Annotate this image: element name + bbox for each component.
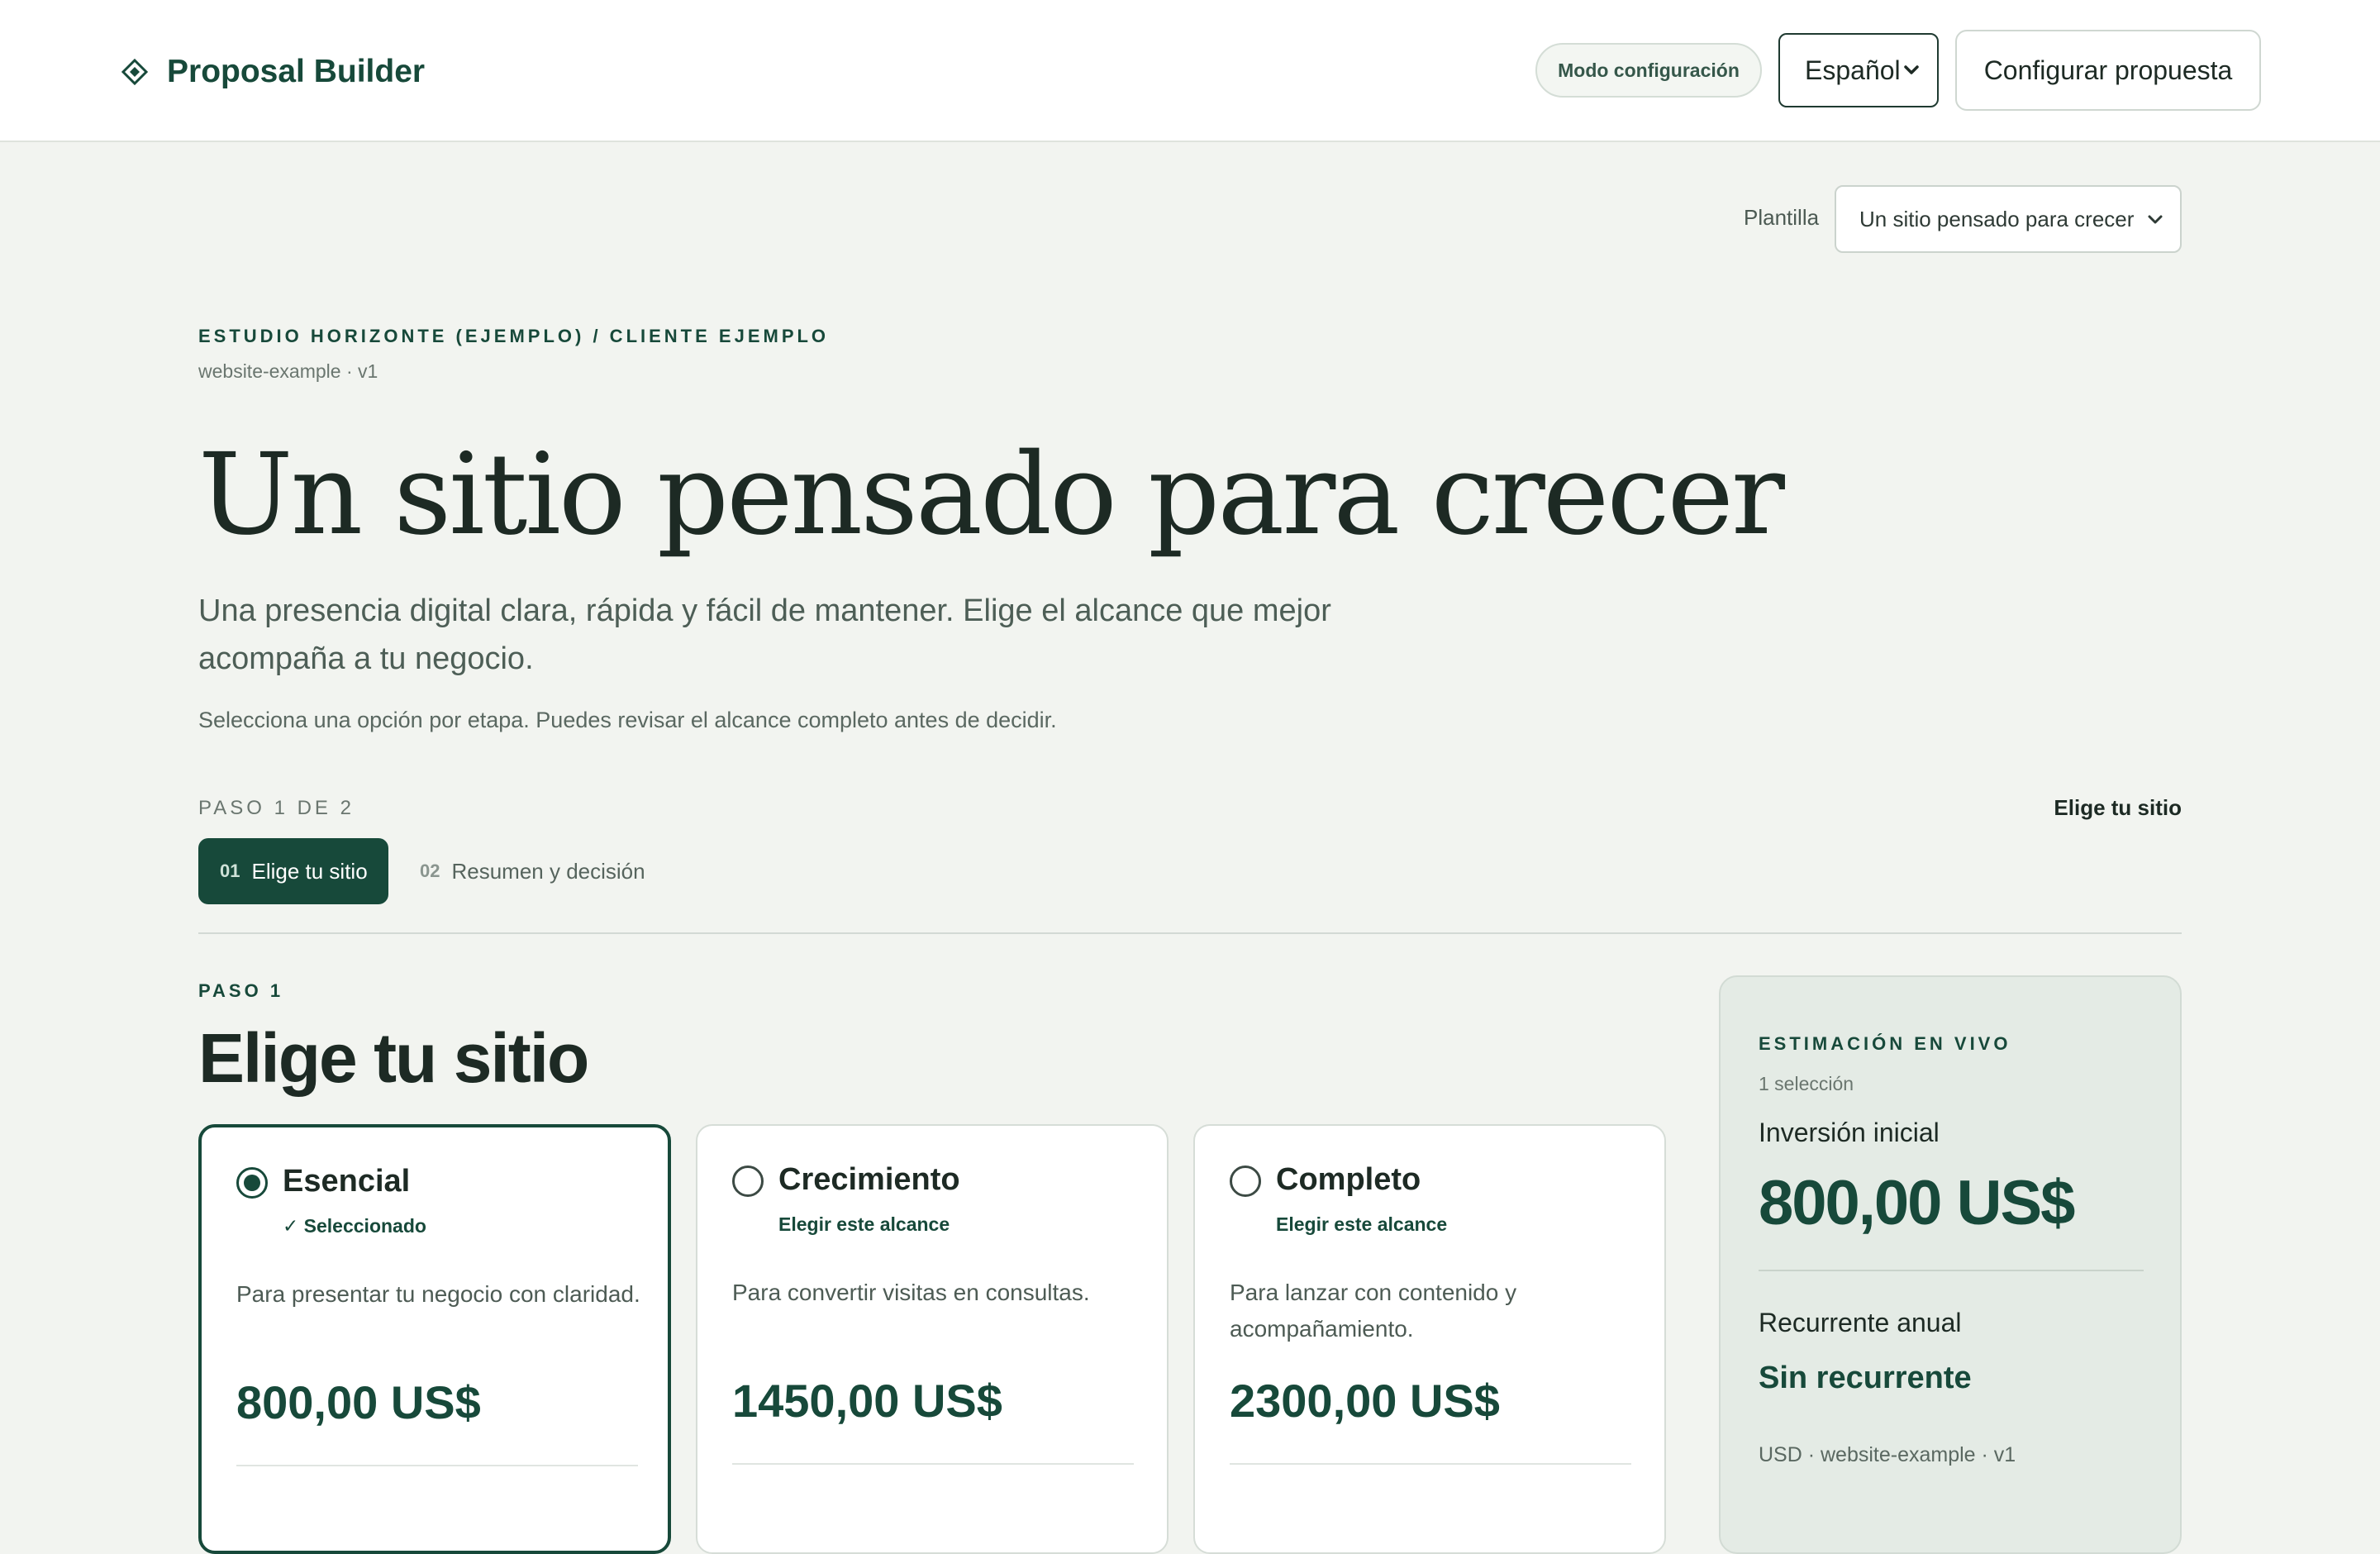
option-description: Para lanzar con contenido y acompañamien… bbox=[1230, 1280, 1517, 1342]
brand-name: Proposal Builder bbox=[167, 54, 426, 89]
page-subtitle: Una presencia digital clara, rápida y fá… bbox=[198, 593, 1331, 676]
language-select-value: Español bbox=[1805, 55, 1901, 85]
step-number: 02 bbox=[420, 860, 440, 881]
divider bbox=[1759, 1270, 2144, 1271]
instructions-note: Selecciona una opción por etapa. Puedes … bbox=[198, 708, 1057, 732]
chevron-down-icon bbox=[2148, 215, 2163, 224]
option-name: Esencial bbox=[283, 1164, 411, 1199]
current-step-label: Elige tu sitio bbox=[2054, 795, 2182, 820]
option-card-crecimiento[interactable]: Crecimiento Elegir este alcance Para con… bbox=[696, 1124, 1169, 1554]
configure-proposal-button[interactable]: Configurar propuesta bbox=[1955, 30, 2261, 111]
option-price: 800,00 US$ bbox=[236, 1376, 481, 1428]
estimate-label: ESTIMACIÓN EN VIVO bbox=[1759, 1033, 2011, 1054]
step-tab-label: Resumen y decisión bbox=[451, 858, 645, 884]
option-price: 1450,00 US$ bbox=[732, 1375, 1002, 1427]
client-eyebrow: ESTUDIO HORIZONTE (EJEMPLO) / CLIENTE EJ… bbox=[198, 326, 830, 346]
chevron-down-icon bbox=[1904, 65, 1919, 74]
option-name: Completo bbox=[1276, 1162, 1421, 1197]
top-bar: Proposal Builder Modo configuración Espa… bbox=[0, 0, 2380, 142]
divider bbox=[236, 1465, 638, 1466]
option-name: Crecimiento bbox=[778, 1162, 960, 1197]
option-radio[interactable] bbox=[1230, 1166, 1261, 1197]
selection-count: 1 selección bbox=[1759, 1073, 1854, 1094]
option-card-esencial[interactable]: Esencial ✓ Seleccionado Para presentar t… bbox=[198, 1124, 671, 1554]
option-status[interactable]: Elegir este alcance bbox=[1276, 1213, 1447, 1236]
language-select[interactable]: Español bbox=[1778, 33, 1939, 107]
option-status[interactable]: Elegir este alcance bbox=[778, 1213, 950, 1236]
step-tab-choose-site[interactable]: 01 Elige tu sitio bbox=[198, 838, 388, 904]
recurring-value: Sin recurrente bbox=[1759, 1361, 1972, 1395]
initial-investment-value: 800,00 US$ bbox=[1759, 1168, 2075, 1238]
diamond-logo-icon bbox=[121, 58, 149, 86]
live-estimate-panel: ESTIMACIÓN EN VIVO 1 selección Inversión… bbox=[1719, 975, 2182, 1554]
option-price: 2300,00 US$ bbox=[1230, 1375, 1500, 1427]
option-description: Para presentar tu negocio con claridad. bbox=[236, 1281, 640, 1307]
section-title: Elige tu sitio bbox=[198, 1019, 589, 1097]
divider bbox=[1230, 1463, 1631, 1465]
option-radio[interactable] bbox=[732, 1166, 764, 1197]
initial-investment-label: Inversión inicial bbox=[1759, 1118, 1940, 1147]
step-tab-label: Elige tu sitio bbox=[251, 858, 368, 884]
proposal-meta: website-example · v1 bbox=[198, 360, 378, 382]
template-label: Plantilla bbox=[1744, 205, 1820, 230]
step-number: 01 bbox=[220, 860, 240, 881]
config-mode-badge[interactable]: Modo configuración bbox=[1535, 43, 1762, 98]
brand[interactable]: Proposal Builder bbox=[121, 50, 425, 94]
option-radio[interactable] bbox=[236, 1167, 268, 1199]
option-description: Para convertir visitas en consultas. bbox=[732, 1280, 1090, 1305]
divider bbox=[198, 932, 2182, 934]
page-title: Un sitio pensado para crecer bbox=[198, 430, 1785, 560]
template-select[interactable]: Un sitio pensado para crecer bbox=[1835, 185, 2182, 253]
divider bbox=[732, 1463, 1134, 1465]
template-select-value: Un sitio pensado para crecer bbox=[1859, 206, 2135, 231]
step-tab-summary[interactable]: 02 Resumen y decisión bbox=[420, 838, 645, 904]
option-status: ✓ Seleccionado bbox=[283, 1215, 426, 1237]
estimate-footer: USD · website-example · v1 bbox=[1759, 1443, 2016, 1466]
section-step-label: PASO 1 bbox=[198, 980, 284, 1001]
option-card-completo[interactable]: Completo Elegir este alcance Para lanzar… bbox=[1193, 1124, 1666, 1554]
step-counter: PASO 1 DE 2 bbox=[198, 797, 355, 819]
recurring-label: Recurrente anual bbox=[1759, 1308, 1962, 1337]
